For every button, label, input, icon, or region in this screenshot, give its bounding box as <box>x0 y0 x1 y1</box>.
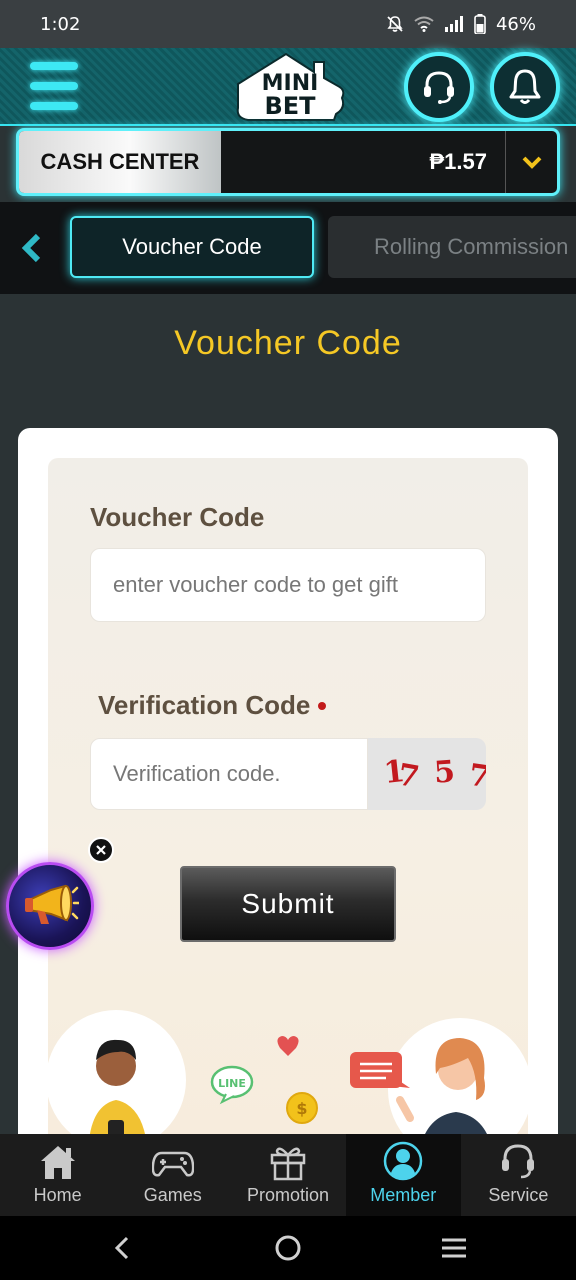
tab-voucher-code[interactable]: Voucher Code <box>70 216 314 278</box>
user-icon <box>383 1141 423 1181</box>
required-indicator <box>318 702 326 710</box>
app-header: MINI BET <box>0 48 576 126</box>
system-navigation-bar <box>0 1216 576 1280</box>
captcha-char: 7 <box>395 757 422 796</box>
hamburger-line <box>30 82 78 90</box>
status-time: 1:02 <box>40 13 81 35</box>
captcha-image[interactable]: 1 7 5 7 <box>368 738 486 810</box>
minibet-logo[interactable]: MINI BET <box>228 50 348 124</box>
nav-promotion[interactable]: Promotion <box>230 1134 345 1216</box>
promo-close-button[interactable] <box>88 837 114 863</box>
cash-balance: ₱1.57 <box>429 149 488 174</box>
gift-icon <box>270 1147 306 1181</box>
hamburger-line <box>30 102 78 110</box>
mute-icon <box>387 16 403 32</box>
notification-button[interactable] <box>490 52 560 122</box>
gamepad-icon <box>151 1151 194 1177</box>
bell-icon <box>509 69 541 104</box>
recents-icon <box>442 1238 466 1258</box>
captcha-char: 5 <box>432 754 457 791</box>
battery-level: 46% <box>495 13 536 35</box>
tab-rolling-commission[interactable]: Rolling Commission <box>328 216 576 278</box>
svg-text:$: $ <box>296 1099 307 1118</box>
support-button[interactable] <box>404 52 474 122</box>
system-recents-button[interactable] <box>438 1232 470 1264</box>
close-icon <box>96 845 106 855</box>
voucher-code-label: Voucher Code <box>90 502 265 532</box>
tabs-back-button[interactable] <box>16 228 48 268</box>
page-title: Voucher Code <box>174 324 402 362</box>
submit-button[interactable]: Submit <box>180 866 396 942</box>
cash-center-label: CASH CENTER <box>19 131 221 193</box>
nav-promotion-label: Promotion <box>246 1185 330 1205</box>
member-tabs: Voucher Code Rolling Commission <box>0 202 576 294</box>
nav-home-label: Home <box>33 1185 82 1205</box>
bottom-navigation: Home Games Promotion Member Service <box>0 1134 576 1216</box>
headset-icon <box>502 1144 535 1179</box>
battery-icon <box>474 14 486 34</box>
nav-games-label: Games <box>143 1185 202 1205</box>
system-back-button[interactable] <box>106 1232 138 1264</box>
home-icon <box>40 1146 75 1179</box>
chevron-down-icon <box>522 156 541 169</box>
voucher-code-input[interactable] <box>90 548 486 622</box>
home-circle-icon <box>275 1235 301 1261</box>
wifi-icon <box>414 16 434 32</box>
nav-service[interactable]: Service <box>461 1134 576 1216</box>
nav-home[interactable]: Home <box>0 1134 115 1216</box>
back-icon <box>114 1236 129 1260</box>
voucher-form: Voucher Code Verification Code 1 7 5 7 S… <box>48 458 528 1148</box>
nav-member-label: Member <box>370 1185 437 1205</box>
promo-floating-button[interactable] <box>6 862 94 950</box>
voucher-card: Voucher Code Verification Code 1 7 5 7 S… <box>18 428 558 1148</box>
headset-icon <box>424 71 454 104</box>
nav-member[interactable]: Member <box>345 1134 461 1216</box>
nav-games[interactable]: Games <box>115 1134 230 1216</box>
line-badge-text: LINE <box>218 1077 246 1090</box>
nav-service-label: Service <box>488 1185 549 1205</box>
verification-code-input[interactable] <box>90 738 368 810</box>
captcha-char: 7 <box>466 757 486 796</box>
cash-dropdown-button[interactable] <box>505 131 557 193</box>
system-home-button[interactable] <box>272 1232 304 1264</box>
status-icons: 46% <box>386 14 536 35</box>
cash-center-bar[interactable]: CASH CENTER ₱1.57 <box>16 128 560 196</box>
hamburger-icon <box>30 62 78 70</box>
support-illustration: LINE $ <box>48 1010 528 1148</box>
megaphone-icon <box>25 884 79 924</box>
status-bar: 1:02 46% <box>0 0 576 48</box>
logo-text-bet: BET <box>264 92 316 120</box>
verification-code-label: Verification Code <box>98 690 311 720</box>
chevron-left-icon <box>21 233 41 263</box>
menu-button[interactable] <box>30 60 78 112</box>
signal-icon <box>444 16 463 32</box>
